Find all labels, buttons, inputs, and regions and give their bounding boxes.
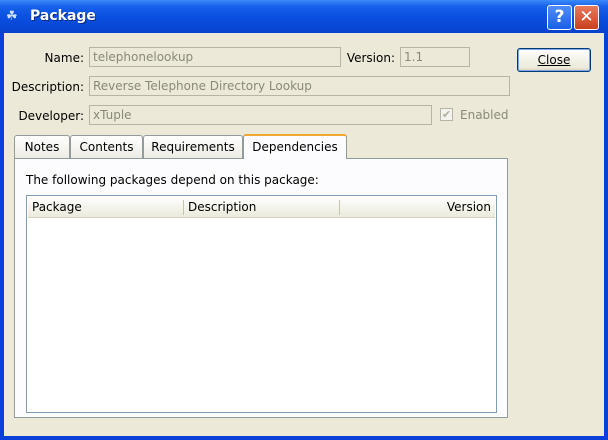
- dependencies-list[interactable]: Package Description Version: [26, 195, 497, 413]
- dependencies-panel: The following packages depend on this pa…: [14, 158, 508, 418]
- close-icon: ✕: [579, 7, 594, 27]
- help-icon: ?: [554, 7, 565, 27]
- checkmark-icon: ✔: [441, 108, 452, 121]
- dependencies-intro: The following packages depend on this pa…: [26, 173, 319, 187]
- close-button[interactable]: Close: [517, 48, 591, 72]
- column-header-description[interactable]: Description: [184, 197, 339, 217]
- developer-field[interactable]: xTuple: [89, 105, 432, 125]
- description-field[interactable]: Reverse Telephone Directory Lookup: [89, 76, 510, 96]
- help-button[interactable]: ?: [547, 5, 572, 30]
- version-label: Version:: [346, 51, 395, 65]
- title-bar[interactable]: ☘ Package ? ✕: [0, 0, 608, 33]
- name-label: Name:: [44, 51, 84, 65]
- column-header-package[interactable]: Package: [28, 197, 183, 217]
- developer-label: Developer:: [18, 109, 84, 123]
- tab-dependencies[interactable]: Dependencies: [243, 134, 347, 159]
- package-window: ☘ Package ? ✕ Name: telephonelookup Vers…: [0, 0, 608, 440]
- column-header-version[interactable]: Version: [340, 197, 495, 217]
- window-close-button[interactable]: ✕: [574, 5, 599, 30]
- enabled-label: Enabled: [460, 108, 509, 122]
- enabled-checkbox[interactable]: ✔: [440, 108, 453, 121]
- tab-contents[interactable]: Contents: [70, 135, 143, 158]
- version-field[interactable]: 1.1: [400, 47, 470, 67]
- tab-requirements[interactable]: Requirements: [143, 135, 243, 158]
- package-app-icon: ☘: [6, 9, 18, 24]
- dialog-body: Name: telephonelookup Version: 1.1 Descr…: [4, 33, 604, 436]
- list-header: Package Description Version: [28, 197, 495, 218]
- description-label: Description:: [11, 80, 84, 94]
- window-title: Package: [30, 8, 96, 24]
- close-button-label: Close: [537, 53, 571, 67]
- name-field[interactable]: telephonelookup: [89, 47, 341, 67]
- tab-notes[interactable]: Notes: [14, 135, 70, 158]
